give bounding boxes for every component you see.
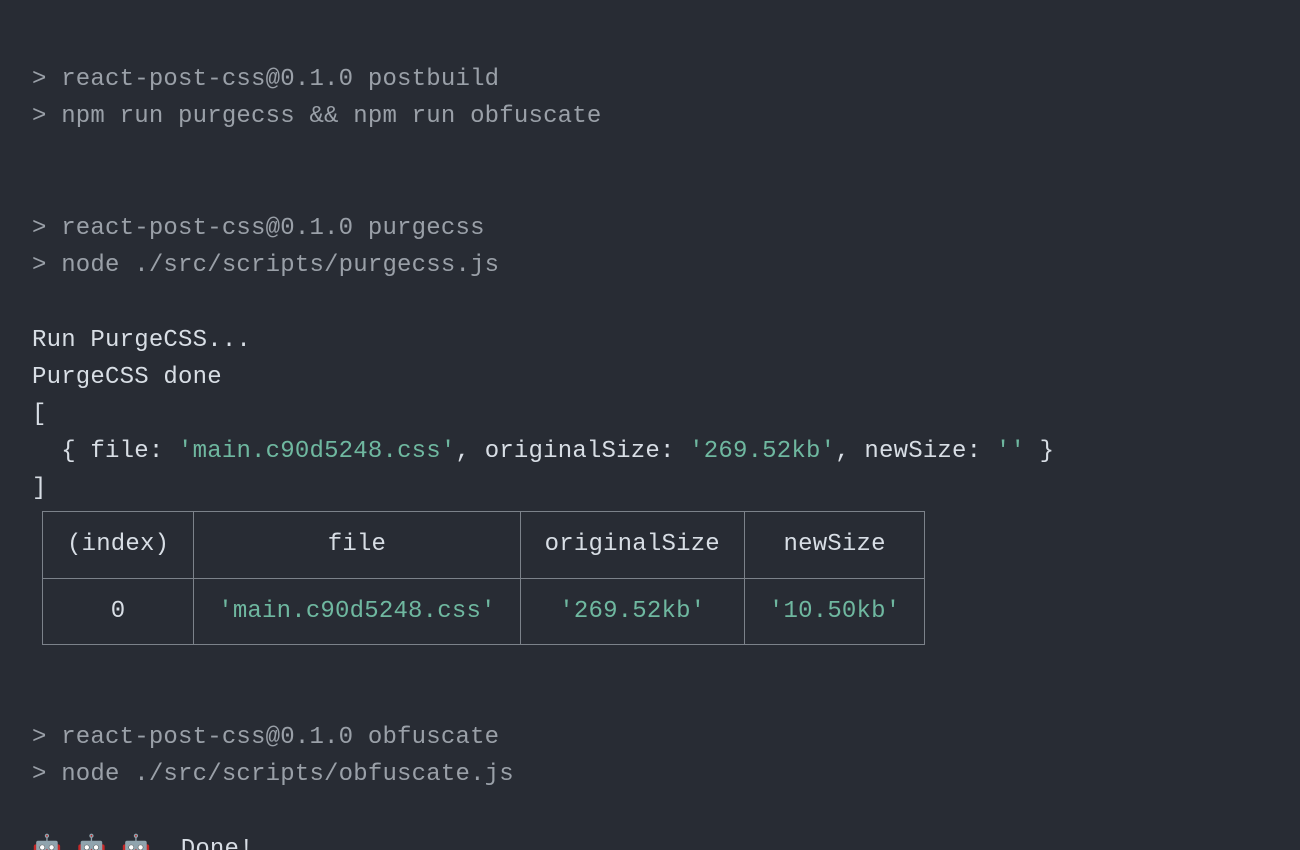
object-line: { file: 'main.c90d5248.css', originalSiz… — [32, 438, 1054, 465]
val-newsize: '' — [996, 438, 1025, 465]
script-cmd-purgecss: > node ./src/scripts/purgecss.js — [32, 252, 499, 279]
array-bracket-close: ] — [32, 475, 47, 502]
array-bracket-open: [ — [32, 401, 47, 428]
log-run-purgecss: Run PurgeCSS... — [32, 327, 251, 354]
td-file: 'main.c90d5248.css' — [194, 578, 520, 644]
done-text: Done! — [166, 836, 254, 850]
robot-icon: 🤖 — [121, 836, 151, 850]
log-purgecss-done: PurgeCSS done — [32, 364, 222, 391]
obj-prefix: { — [32, 438, 90, 465]
robot-icon: 🤖 — [77, 836, 107, 850]
key-newsize: newSize: — [864, 438, 981, 465]
table-header-row: (index) file originalSize newSize — [43, 512, 925, 578]
td-newsize: '10.50kb' — [744, 578, 924, 644]
terminal-output: > react-post-css@0.1.0 postbuild > npm r… — [0, 0, 1300, 850]
script-header-purgecss: > react-post-css@0.1.0 purgecss — [32, 215, 485, 242]
key-originalsize: originalSize: — [485, 438, 675, 465]
td-index: 0 — [43, 578, 194, 644]
comma1: , — [456, 438, 485, 465]
val-originalsize: '269.52kb' — [689, 438, 835, 465]
script-header-obfuscate: > react-post-css@0.1.0 obfuscate — [32, 724, 499, 751]
obj-suffix: } — [1025, 438, 1054, 465]
robot-icon: 🤖 — [32, 836, 62, 850]
val-file: 'main.c90d5248.css' — [178, 438, 455, 465]
script-cmd-postbuild: > npm run purgecss && npm run obfuscate — [32, 103, 602, 130]
comma2: , — [835, 438, 864, 465]
th-file: file — [194, 512, 520, 578]
th-newsize: newSize — [744, 512, 924, 578]
th-index: (index) — [43, 512, 194, 578]
th-originalsize: originalSize — [520, 512, 744, 578]
script-cmd-obfuscate: > node ./src/scripts/obfuscate.js — [32, 761, 514, 788]
purgecss-result-table: (index) file originalSize newSize 0 'mai… — [42, 511, 925, 644]
td-originalsize: '269.52kb' — [520, 578, 744, 644]
script-header-postbuild: > react-post-css@0.1.0 postbuild — [32, 66, 499, 93]
table-row: 0 'main.c90d5248.css' '269.52kb' '10.50k… — [43, 578, 925, 644]
key-file: file: — [90, 438, 163, 465]
